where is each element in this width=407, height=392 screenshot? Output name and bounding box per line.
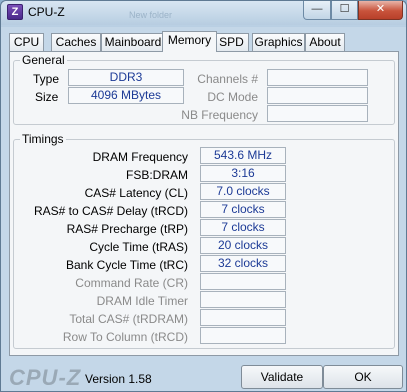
command-rate-label: Command Rate (CR)	[75, 276, 188, 290]
tab-spd[interactable]: SPD	[214, 33, 249, 51]
type-label: Type	[33, 72, 60, 86]
cpuz-window: Z CPU-Z New folder — ☐ ✕ CPU Caches Main…	[0, 0, 407, 392]
cpuz-app-icon[interactable]: Z	[7, 4, 23, 20]
size-label: Size	[35, 90, 59, 104]
size-value: 4096 MBytes	[68, 87, 184, 104]
dram-frequency-value: 543.6 MHz	[200, 147, 286, 164]
ras-precharge-label: RAS# Precharge (tRP)	[66, 222, 188, 236]
window-title: CPU-Z	[28, 5, 65, 19]
tab-graphics[interactable]: Graphics	[252, 33, 305, 51]
cpuz-logo: CPU-Z	[9, 365, 82, 390]
close-button[interactable]: ✕	[358, 1, 403, 20]
cas-latency-value: 7.0 clocks	[200, 183, 286, 200]
nb-frequency-value	[267, 105, 368, 122]
general-group: General Type DDR3 Size 4096 MBytes Chann…	[13, 53, 395, 125]
bank-cycle-time-label: Bank Cycle Time (tRC)	[65, 258, 188, 272]
footer-bar: CPU-Z Version 1.58 Validate OK	[1, 361, 406, 392]
dram-idle-timer-label: DRAM Idle Timer	[96, 294, 188, 308]
cycle-time-value: 20 clocks	[200, 237, 286, 254]
close-icon: ✕	[375, 3, 386, 15]
minimize-icon: —	[311, 3, 323, 15]
title-bar[interactable]: Z CPU-Z New folder — ☐ ✕	[1, 1, 406, 25]
dram-idle-timer-value	[200, 291, 286, 308]
tab-memory[interactable]: Memory	[162, 31, 217, 52]
dc-mode-label: DC Mode	[207, 90, 258, 104]
cycle-time-label: Cycle Time (tRAS)	[89, 240, 188, 254]
command-rate-value	[200, 273, 286, 290]
ras-to-cas-value: 7 clocks	[200, 201, 286, 218]
total-cas-value	[200, 309, 286, 326]
bank-cycle-time-value: 32 clocks	[200, 255, 286, 272]
tab-about[interactable]: About	[305, 33, 345, 51]
channels-label: Channels #	[197, 72, 258, 86]
memory-tab-panel: General Type DDR3 Size 4096 MBytes Chann…	[9, 51, 399, 356]
dc-mode-value	[267, 87, 368, 104]
version-text: Version 1.58	[85, 372, 152, 386]
type-value: DDR3	[68, 69, 184, 86]
validate-button[interactable]: Validate	[241, 365, 323, 389]
general-group-title: General	[20, 53, 67, 67]
timings-group-title: Timings	[20, 132, 66, 146]
channels-value	[267, 69, 368, 86]
tab-cpu[interactable]: CPU	[9, 33, 44, 51]
minimize-button[interactable]: —	[303, 1, 331, 20]
row-to-column-label: Row To Column (tRCD)	[62, 330, 188, 344]
maximize-icon: ☐	[339, 3, 350, 15]
maximize-button[interactable]: ☐	[331, 1, 358, 20]
ok-button[interactable]: OK	[323, 365, 403, 389]
tab-mainboard[interactable]: Mainboard	[101, 33, 165, 51]
fsb-dram-value: 3:16	[200, 165, 286, 182]
background-window-text: New folder	[129, 10, 173, 20]
total-cas-label: Total CAS# (tRDRAM)	[69, 312, 188, 326]
timings-group: Timings DRAM Frequency 543.6 MHz FSB:DRA…	[13, 132, 395, 349]
row-to-column-value	[200, 327, 286, 344]
nb-frequency-label: NB Frequency	[181, 108, 258, 122]
ras-to-cas-label: RAS# to CAS# Delay (tRCD)	[33, 204, 188, 218]
tab-caches[interactable]: Caches	[51, 33, 101, 51]
dram-frequency-label: DRAM Frequency	[92, 150, 188, 164]
cas-latency-label: CAS# Latency (CL)	[84, 186, 188, 200]
ras-precharge-value: 7 clocks	[200, 219, 286, 236]
fsb-dram-label: FSB:DRAM	[125, 168, 188, 182]
